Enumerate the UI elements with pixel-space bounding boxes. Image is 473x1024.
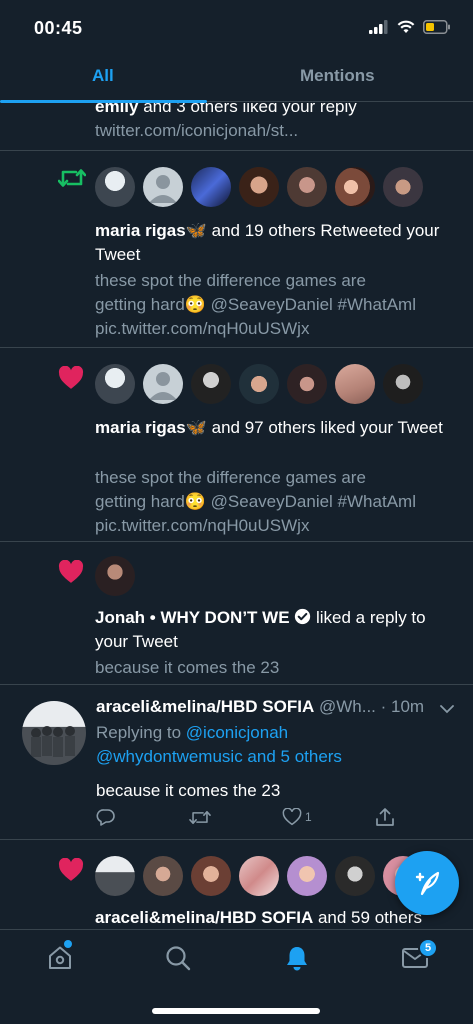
reply-button[interactable] xyxy=(96,807,189,827)
tweet-preview[interactable]: these spot the difference games are gett… xyxy=(95,269,453,341)
avatar[interactable] xyxy=(143,167,183,207)
compose-icon xyxy=(415,871,440,896)
avatar[interactable] xyxy=(95,856,135,896)
avatar[interactable] xyxy=(239,856,279,896)
avatar[interactable] xyxy=(335,856,375,896)
avatar[interactable] xyxy=(191,364,231,404)
notification-item[interactable]: maria rigas🦋 and 19 others Retweeted you… xyxy=(0,151,473,348)
avatar[interactable] xyxy=(239,167,279,207)
actor-avatars xyxy=(95,167,423,207)
notification-text: maria rigas🦋 and 97 others liked your Tw… xyxy=(95,416,453,440)
tweet-card[interactable]: araceli&melina/HBD SOFIA @Wh... · 10m Re… xyxy=(0,685,473,840)
wifi-icon xyxy=(397,20,415,33)
chevron-down-icon[interactable] xyxy=(440,704,454,714)
tweet-preview-line: getting hard😳 @SeaveyDaniel #WhatAml xyxy=(95,492,416,511)
new-tweets-dot xyxy=(64,940,72,948)
battery-icon xyxy=(423,20,450,34)
share-icon xyxy=(376,808,394,826)
like-icon xyxy=(282,808,302,826)
retweet-button[interactable] xyxy=(189,807,282,827)
notification-tabs: All Mentions xyxy=(0,56,473,103)
avatar[interactable] xyxy=(287,167,327,207)
avatar[interactable] xyxy=(335,167,375,207)
tweet-preview-line: getting hard😳 @SeaveyDaniel #WhatAml xyxy=(95,295,416,314)
notification-text: emily and 3 others liked your reply xyxy=(95,103,453,119)
notification-summary: and 97 others liked your Tweet xyxy=(206,418,443,437)
tweet-header: araceli&melina/HBD SOFIA @Wh... · 10m xyxy=(96,695,453,719)
actor-avatars xyxy=(95,364,423,404)
avatar[interactable] xyxy=(239,364,279,404)
avatar[interactable] xyxy=(335,364,375,404)
like-button[interactable]: 1 xyxy=(282,807,375,827)
tweet-preview-line: these spot the difference games are xyxy=(95,468,366,487)
handle-and-time: @Wh... · 10m xyxy=(314,697,425,716)
tab-mentions[interactable]: Mentions xyxy=(300,66,375,86)
messages-badge: 5 xyxy=(418,938,438,958)
notification-summary: and 59 others xyxy=(313,908,422,927)
cellular-signal-icon xyxy=(369,20,388,34)
avatar[interactable] xyxy=(143,364,183,404)
reply-preview[interactable]: because it comes the 23 xyxy=(95,656,453,680)
avatar[interactable] xyxy=(95,556,135,596)
actor-name[interactable]: maria rigas xyxy=(95,221,186,240)
avatar[interactable] xyxy=(383,364,423,404)
notification-text: maria rigas🦋 and 19 others Retweeted you… xyxy=(95,219,453,267)
display-name[interactable]: araceli&melina/HBD SOFIA xyxy=(96,697,314,716)
replying-to: Replying to @iconicjonah @whydontwemusic… xyxy=(96,721,453,769)
notification-text: araceli&melina/HBD SOFIA and 59 others xyxy=(95,906,453,929)
heart-icon xyxy=(58,366,84,389)
notification-summary: and 3 others liked your reply xyxy=(138,103,357,116)
butterfly-emoji: 🦋 xyxy=(185,221,207,240)
avatar[interactable] xyxy=(287,364,327,404)
bell-icon[interactable] xyxy=(283,944,311,972)
avatar[interactable] xyxy=(143,856,183,896)
verified-icon xyxy=(295,608,311,625)
actor-name[interactable]: araceli&melina/HBD SOFIA xyxy=(95,908,313,927)
like-count: 1 xyxy=(305,810,312,824)
tweet-link[interactable]: twitter.com/iconicjonah/st... xyxy=(95,119,453,143)
actor-avatars xyxy=(95,856,423,896)
compose-button[interactable] xyxy=(395,851,459,915)
notification-text: Jonah • WHY DON’T WE liked a reply to yo… xyxy=(95,606,453,654)
avatar[interactable] xyxy=(191,856,231,896)
tweet-preview-line: pic.twitter.com/nqH0uUSWjx xyxy=(95,516,310,535)
retweet-icon xyxy=(189,810,211,824)
tab-all[interactable]: All xyxy=(92,66,114,86)
actor-avatars xyxy=(95,556,135,596)
actor-name[interactable]: maria rigas xyxy=(95,418,186,437)
mention-link[interactable]: @whydontwemusic and 5 others xyxy=(96,745,453,769)
avatar[interactable] xyxy=(191,167,231,207)
actor-name[interactable]: Jonah • WHY DON’T WE xyxy=(95,608,290,627)
tweet-text: because it comes the 23 xyxy=(96,781,281,800)
avatar[interactable] xyxy=(95,167,135,207)
avatar[interactable] xyxy=(22,701,86,765)
avatar[interactable] xyxy=(287,856,327,896)
notification-item[interactable]: emily and 3 others liked your reply twit… xyxy=(0,103,473,151)
clock: 00:45 xyxy=(34,18,83,38)
home-icon[interactable] xyxy=(46,944,74,972)
notification-item[interactable]: Jonah • WHY DON’T WE liked a reply to yo… xyxy=(0,542,473,685)
retweet-icon xyxy=(58,169,86,187)
notifications-feed[interactable]: emily and 3 others liked your reply twit… xyxy=(0,103,473,929)
mention-link[interactable]: @iconicjonah xyxy=(186,723,288,742)
butterfly-emoji: 🦋 xyxy=(185,418,207,437)
replying-label: Replying to xyxy=(96,723,186,742)
reply-icon xyxy=(96,809,115,826)
home-indicator xyxy=(152,1008,320,1014)
tweet-preview[interactable]: these spot the difference games are gett… xyxy=(95,466,453,538)
tweet-actions: 1 xyxy=(96,807,468,827)
notification-item[interactable]: maria rigas🦋 and 97 others liked your Tw… xyxy=(0,348,473,542)
heart-icon xyxy=(58,858,84,881)
tweet-preview-line: these spot the difference games are xyxy=(95,271,366,290)
avatar[interactable] xyxy=(383,167,423,207)
search-icon[interactable] xyxy=(164,944,192,972)
actor-name[interactable]: emily xyxy=(95,103,138,116)
avatar[interactable] xyxy=(95,364,135,404)
tweet-preview-line: pic.twitter.com/nqH0uUSWjx xyxy=(95,319,310,338)
status-icons xyxy=(369,20,451,34)
share-button[interactable] xyxy=(375,807,468,827)
status-bar: 00:45 xyxy=(0,0,473,56)
heart-icon xyxy=(58,560,84,583)
